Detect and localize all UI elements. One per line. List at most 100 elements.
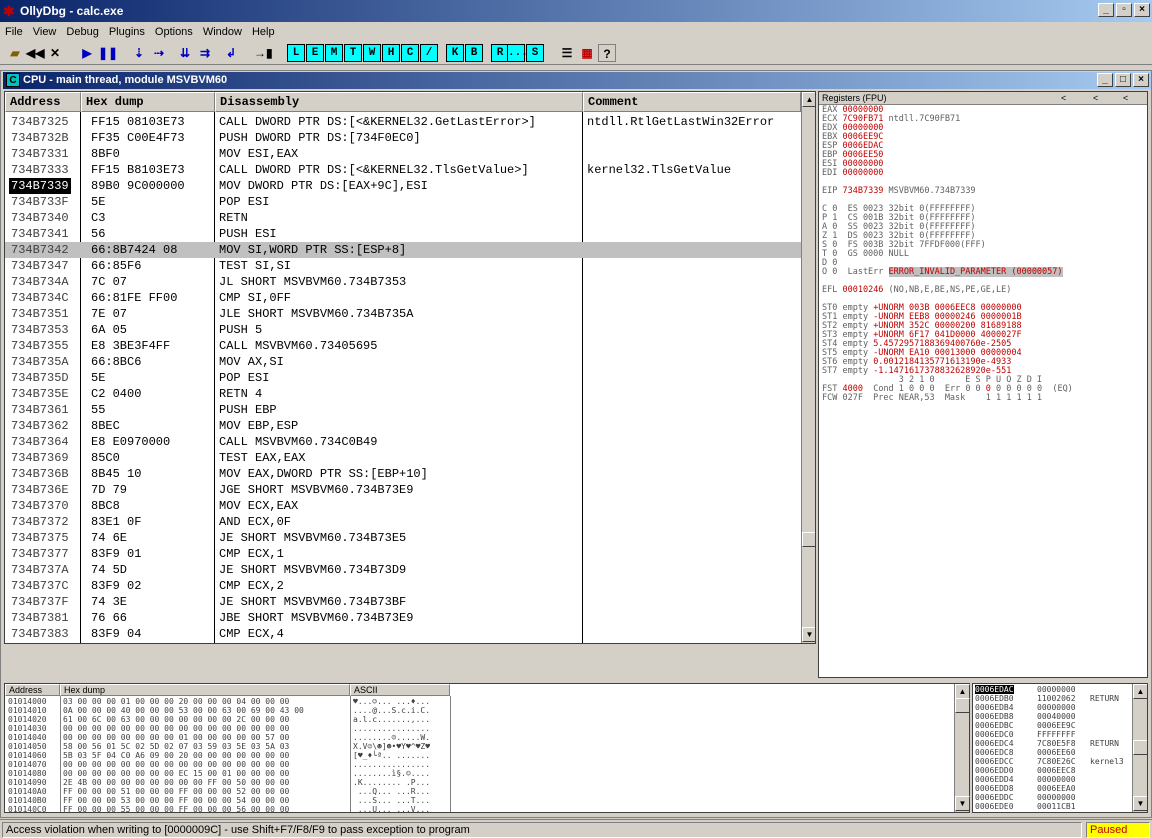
scroll-up-icon[interactable]: ▲	[802, 92, 815, 107]
register-line[interactable]: FCW 027F Prec NEAR,53 Mask 1 1 1 1 1 1	[819, 394, 1147, 403]
disasm-row[interactable]: 734B7361 55 PUSH EBP	[5, 402, 801, 418]
register-line[interactable]: EFL 00010246 (NO,NB,E,BE,NS,PE,GE,LE)	[819, 286, 1147, 295]
disasm-row[interactable]: 734B7370 8BC8 MOV ECX,EAX	[5, 498, 801, 514]
register-line[interactable]: EIP 734B7339 MSVBVM60.734B7339	[819, 187, 1147, 196]
disasm-row[interactable]: 734B7325 FF15 08103E73 CALL DWORD PTR DS:[…	[5, 114, 801, 130]
call-stack-button[interactable]: K	[446, 44, 464, 62]
disasm-row[interactable]: 734B7340 C3 RETN	[5, 210, 801, 226]
disasm-row[interactable]: 734B734A 7C 07 JL SHORT MSVBVM60.734B7353	[5, 274, 801, 290]
list-icon[interactable]: ☰	[558, 44, 576, 62]
disassembly-scrollbar[interactable]: ▲ ▼	[801, 92, 815, 643]
appearance-icon[interactable]: ▦	[578, 44, 596, 62]
windows-button[interactable]: W	[363, 44, 381, 62]
menu-options[interactable]: Options	[150, 23, 198, 41]
disasm-row[interactable]: 734B7381 76 66 JBE SHORT MSVBVM60.734B73E9	[5, 610, 801, 626]
disasm-row[interactable]: 734B736B 8B45 10 MOV EAX,DWORD PTR SS:[EBP…	[5, 466, 801, 482]
stack-scroll-thumb[interactable]	[1133, 740, 1147, 755]
menu-window[interactable]: Window	[198, 23, 247, 41]
minimize-icon[interactable]: _	[1098, 3, 1114, 17]
breakpoints-button[interactable]: B	[465, 44, 483, 62]
col-comment-header[interactable]: Comment	[583, 92, 801, 112]
help-icon[interactable]: ?	[598, 44, 616, 62]
step-over-icon[interactable]: ⇢	[150, 44, 168, 62]
handles-button[interactable]: H	[382, 44, 400, 62]
trace-into-icon[interactable]: ⇊	[176, 44, 194, 62]
stack-scroll-down-icon[interactable]: ▼	[1133, 796, 1147, 811]
register-line[interactable]: T 0 GS 0000 NULL	[819, 250, 1147, 259]
scroll-down-icon[interactable]: ▼	[802, 627, 815, 642]
cpu-button[interactable]: C	[401, 44, 419, 62]
dump-hex-header[interactable]: Hex dump	[60, 684, 350, 696]
dump-ascii-header[interactable]: ASCII	[350, 684, 450, 696]
disasm-row[interactable]: 734B7333 FF15 B8103E73 CALL DWORD PTR DS:[…	[5, 162, 801, 178]
disasm-row[interactable]: 734B737F 74 3E JE SHORT MSVBVM60.734B73BF	[5, 594, 801, 610]
register-line[interactable]: EDI 00000000	[819, 169, 1147, 178]
dump-scroll-thumb[interactable]	[955, 698, 970, 713]
disasm-row[interactable]: 734B732B FF35 C00E4F73 PUSH DWORD PTR DS:[…	[5, 130, 801, 146]
disasm-row[interactable]: 734B735A 66:8BC6 MOV AX,SI	[5, 354, 801, 370]
disasm-row[interactable]: 734B7377 83F9 01 CMP ECX,1	[5, 546, 801, 562]
cpu-close-icon[interactable]: ×	[1133, 73, 1149, 87]
col-hexdump-header[interactable]: Hex dump	[81, 92, 215, 112]
pause-icon[interactable]: ❚❚	[98, 44, 118, 62]
stack-scrollbar[interactable]: ▲ ▼	[1132, 684, 1147, 812]
col-disassembly-header[interactable]: Disassembly	[215, 92, 583, 112]
menu-view[interactable]: View	[28, 23, 62, 41]
dump-address-header[interactable]: Address	[5, 684, 60, 696]
disasm-row[interactable]: 734B733F 5E POP ESI	[5, 194, 801, 210]
menu-plugins[interactable]: Plugins	[104, 23, 150, 41]
disasm-row[interactable]: 734B7372 83E1 0F AND ECX,0F	[5, 514, 801, 530]
disasm-row[interactable]: 734B7331 8BF0 MOV ESI,EAX	[5, 146, 801, 162]
disasm-row[interactable]: 734B7339 89B0 9C000000 MOV DWORD PTR DS:[E…	[5, 178, 801, 194]
registers-pane[interactable]: Registers (FPU) < < < EAX 00000000 ECX 7C…	[818, 91, 1148, 678]
execute-till-return-icon[interactable]: ↲	[222, 44, 240, 62]
disasm-row[interactable]: 734B7351 7E 07 JLE SHORT MSVBVM60.734B735A	[5, 306, 801, 322]
col-address-header[interactable]: Address	[5, 92, 81, 112]
memory-map-button[interactable]: M	[325, 44, 343, 62]
restart-icon[interactable]: ◀◀	[26, 44, 44, 62]
restore-icon[interactable]: ▫	[1116, 3, 1132, 17]
patches-button[interactable]: /	[420, 44, 438, 62]
menu-help[interactable]: Help	[247, 23, 280, 41]
run-icon[interactable]: ▶	[78, 44, 96, 62]
threads-button[interactable]: T	[344, 44, 362, 62]
disasm-row[interactable]: 734B735E C2 0400 RETN 4	[5, 386, 801, 402]
disasm-row[interactable]: 734B7364 E8 E0970000 CALL MSVBVM60.734C0B4…	[5, 434, 801, 450]
disasm-row[interactable]: 734B7355 E8 3BE3F4FF CALL MSVBVM60.7340569…	[5, 338, 801, 354]
source-button[interactable]: S	[526, 44, 544, 62]
disasm-row[interactable]: 734B7353 6A 05 PUSH 5	[5, 322, 801, 338]
cpu-minimize-icon[interactable]: _	[1097, 73, 1113, 87]
menu-file[interactable]: File	[0, 23, 28, 41]
open-icon[interactable]: ▰	[6, 44, 24, 62]
disasm-row[interactable]: 734B734C 66:81FE FF00 CMP SI,0FF	[5, 290, 801, 306]
dump-scrollbar[interactable]: ▲ ▼	[954, 684, 970, 812]
disasm-row[interactable]: 734B737A 74 5D JE SHORT MSVBVM60.734B73D9	[5, 562, 801, 578]
disasm-row[interactable]: 734B736E 7D 79 JGE SHORT MSVBVM60.734B73E9	[5, 482, 801, 498]
registers-nav-right-icon[interactable]: <	[1123, 92, 1128, 105]
disasm-row[interactable]: 734B7347 66:85F6 TEST SI,SI	[5, 258, 801, 274]
registers-nav-mid-icon[interactable]: <	[1093, 92, 1098, 105]
executable-modules-button[interactable]: E	[306, 44, 324, 62]
go-to-origin-icon[interactable]: →▮	[254, 44, 273, 62]
disasm-row[interactable]: 734B7369 85C0 TEST EAX,EAX	[5, 450, 801, 466]
disassembly-pane[interactable]: Address Hex dump Disassembly Comment 734…	[4, 91, 816, 644]
disasm-row[interactable]: 734B7383 83F9 04 CMP ECX,4	[5, 626, 801, 642]
close-icon[interactable]: ×	[1134, 3, 1150, 17]
memory-dump-pane[interactable]: Address Hex dump ASCII 01014000 03 00 00 …	[4, 683, 970, 813]
disasm-row[interactable]: 734B735D 5E POP ESI	[5, 370, 801, 386]
close-program-icon[interactable]: ✕	[46, 44, 64, 62]
disasm-row[interactable]: 734B737C 83F9 02 CMP ECX,2	[5, 578, 801, 594]
run-trace-button[interactable]: ...	[507, 44, 528, 62]
menu-debug[interactable]: Debug	[61, 23, 103, 41]
log-window-button[interactable]: L	[287, 44, 305, 62]
dump-scroll-down-icon[interactable]: ▼	[955, 796, 970, 811]
disasm-row[interactable]: 734B7341 56 PUSH ESI	[5, 226, 801, 242]
disasm-row[interactable]: 734B7375 74 6E JE SHORT MSVBVM60.734B73E5	[5, 530, 801, 546]
registers-nav-left-icon[interactable]: <	[1061, 92, 1066, 105]
dump-scroll-up-icon[interactable]: ▲	[955, 684, 970, 699]
cpu-maximize-icon[interactable]: □	[1115, 73, 1131, 87]
disasm-row[interactable]: 734B7362 8BEC MOV EBP,ESP	[5, 418, 801, 434]
stack-scroll-up-icon[interactable]: ▲	[1133, 684, 1147, 699]
scroll-thumb[interactable]	[802, 532, 815, 547]
step-into-icon[interactable]: ⇣	[130, 44, 148, 62]
